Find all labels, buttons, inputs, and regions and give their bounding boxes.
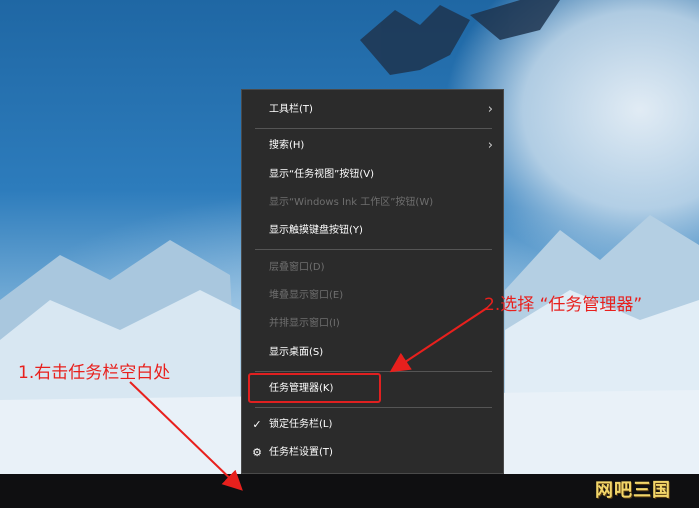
checkmark-icon: ✓ [252,418,262,431]
menu-item-show-desktop[interactable]: 显示桌面(S) [242,342,503,364]
chevron-right-icon: › [487,102,493,117]
menu-item-lock-taskbar[interactable]: ✓ 锁定任务栏(L) [242,414,503,436]
menu-item-toolbars[interactable]: 工具栏(T) › [242,99,503,121]
menu-item-show-task-view-button[interactable]: 显示“任务视图”按钮(V) [242,164,503,186]
watermark-logo: 网吧三国 [595,480,671,501]
chevron-right-icon: › [487,138,493,153]
menu-item-label: 搜索(H) [269,140,305,151]
menu-item-label: 显示“任务视图”按钮(V) [269,169,375,180]
menu-item-label: 工具栏(T) [269,104,313,115]
gear-icon: ⚙ [252,446,262,459]
menu-item-label: 锁定任务栏(L) [269,419,333,430]
menu-item-label: 显示触摸键盘按钮(Y) [269,225,363,236]
menu-item-label: 任务栏设置(T) [269,447,333,458]
menu-item-cascade-windows: 层叠窗口(D) [242,257,503,279]
task-manager-highlight-box [248,373,381,403]
menu-item-label: 堆叠显示窗口(E) [269,290,344,301]
annotation-step1: 1.右击任务栏空白处 [18,363,171,383]
menu-separator [255,128,492,129]
menu-item-label: 并排显示窗口(I) [269,318,340,329]
menu-item-taskbar-settings[interactable]: ⚙ 任务栏设置(T) [242,442,503,464]
menu-separator [255,371,492,372]
menu-item-stack-windows: 堆叠显示窗口(E) [242,285,503,307]
menu-item-side-by-side-windows: 并排显示窗口(I) [242,313,503,335]
menu-separator [255,249,492,250]
menu-separator [255,407,492,408]
menu-item-search[interactable]: 搜索(H) › [242,135,503,157]
taskbar-context-menu: 工具栏(T) › 搜索(H) › 显示“任务视图”按钮(V) 显示“Window… [241,89,504,474]
taskbar[interactable]: 网吧三国 [0,474,699,508]
menu-item-label: 显示桌面(S) [269,347,324,358]
menu-item-label: 显示“Windows Ink 工作区”按钮(W) [269,197,434,208]
menu-item-label: 层叠窗口(D) [269,262,325,273]
menu-item-show-touch-keyboard-button[interactable]: 显示触摸键盘按钮(Y) [242,220,503,242]
menu-item-show-windows-ink-button: 显示“Windows Ink 工作区”按钮(W) [242,192,503,214]
annotation-step2: 2.选择 “任务管理器” [484,295,643,315]
